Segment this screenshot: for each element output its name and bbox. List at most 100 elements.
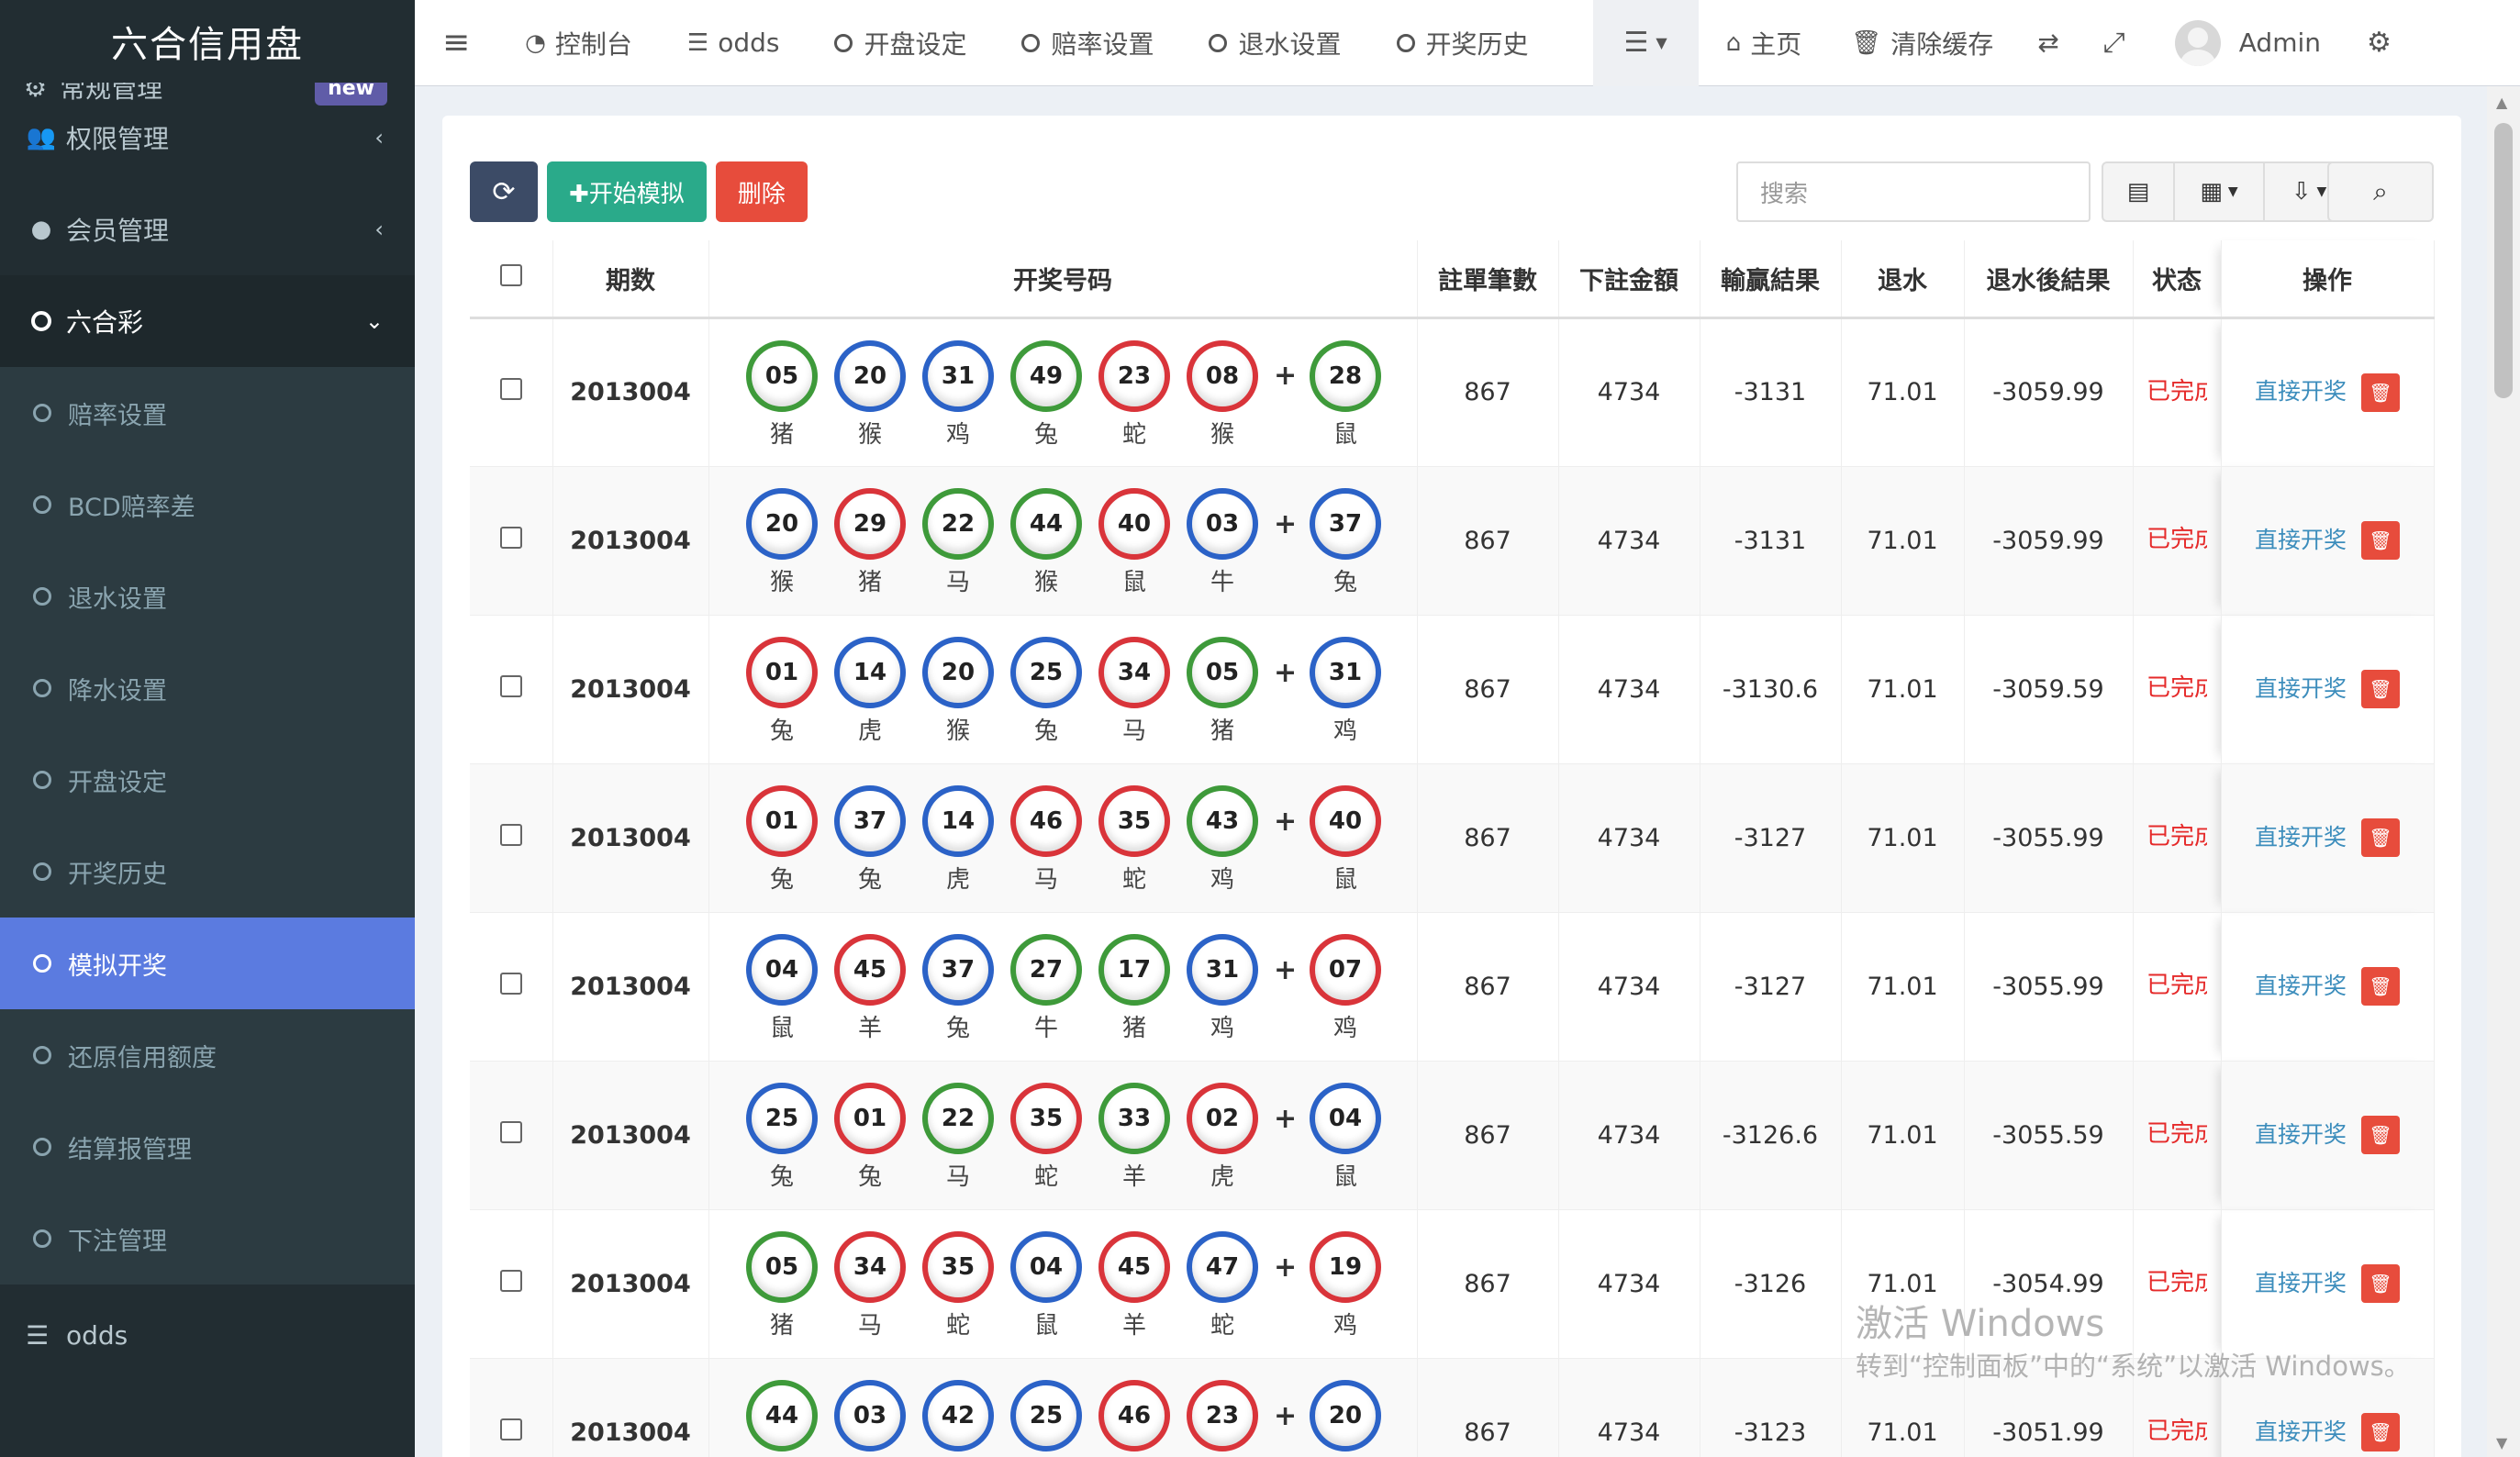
- direct-draw-link[interactable]: 直接开奖: [2255, 973, 2347, 999]
- sidebar-subitem-reduce-settings[interactable]: 降水设置: [0, 642, 415, 734]
- row-checkbox[interactable]: [499, 674, 522, 697]
- ball-item: 20 猴: [738, 488, 826, 596]
- sidebar-item-label: 退水设置: [68, 584, 167, 614]
- ball-item: 37 兔: [826, 785, 914, 894]
- lottery-ball: 29: [834, 488, 906, 560]
- status-badge: 已完成: [2146, 823, 2207, 851]
- nav-rebate-settings[interactable]: 退水设置: [1181, 0, 1368, 86]
- row-checkbox[interactable]: [499, 1418, 522, 1440]
- scroll-down-icon[interactable]: ▼: [2496, 1434, 2507, 1451]
- direct-draw-link[interactable]: 直接开奖: [2255, 527, 2347, 553]
- refresh-button[interactable]: ⟳: [470, 161, 538, 222]
- row-checkbox[interactable]: [499, 972, 522, 995]
- user-name: Admin: [2238, 28, 2322, 58]
- list-icon: ☰: [1623, 27, 1649, 59]
- delete-row-button[interactable]: 🗑: [2361, 373, 2400, 412]
- lottery-ball: 27: [1010, 934, 1082, 1006]
- row-checkbox[interactable]: [499, 526, 522, 549]
- sidebar-item-odds[interactable]: ☰ odds: [0, 1285, 415, 1385]
- ball-item: 47 蛇: [1178, 1231, 1266, 1340]
- gears-icon[interactable]: ⚙: [2348, 0, 2410, 86]
- column-header[interactable]: 退水: [1841, 240, 1965, 319]
- direct-draw-link[interactable]: 直接开奖: [2255, 378, 2347, 405]
- sidebar-subitem-odds-settings[interactable]: 赔率设置: [0, 367, 415, 459]
- column-header[interactable]: 操作: [2221, 240, 2435, 319]
- zodiac-label: 兔: [857, 1163, 882, 1191]
- scroll-up-icon[interactable]: ▲: [2496, 94, 2507, 111]
- ball-list: 05 猪 34 马 35 蛇 04 鼠 45 羊 47 蛇 + 19 鸡: [709, 1231, 1417, 1340]
- direct-draw-link[interactable]: 直接开奖: [2255, 675, 2347, 702]
- sidebar-item-members[interactable]: ● 会员管理 ‹: [0, 184, 415, 275]
- lottery-ball: 46: [1010, 785, 1082, 857]
- columns-button[interactable]: ▦ ▼: [2173, 161, 2265, 222]
- column-header[interactable]: 状态: [2133, 240, 2222, 319]
- user-menu[interactable]: Admin: [2147, 0, 2348, 86]
- delete-row-button[interactable]: 🗑: [2361, 967, 2400, 1006]
- nav-open-settings[interactable]: 开盘设定: [807, 0, 994, 86]
- column-header[interactable]: 退水後結果: [1964, 240, 2134, 319]
- nav-draw-history[interactable]: 开奖历史: [1369, 0, 1556, 86]
- nav-more-dropdown[interactable]: ☰ ▼: [1592, 0, 1699, 86]
- row-checkbox[interactable]: [499, 823, 522, 846]
- column-header[interactable]: 註單筆數: [1417, 240, 1559, 319]
- direct-draw-link[interactable]: 直接开奖: [2255, 1270, 2347, 1296]
- sidebar-subitem-rebate-settings[interactable]: 退水设置: [0, 551, 415, 642]
- nav-clear-cache[interactable]: 🗑 清除缓存: [1829, 0, 2015, 86]
- trash-icon: 🗑: [2369, 381, 2392, 404]
- sidebar-item-lottery[interactable]: 六合彩 ⌄: [0, 275, 415, 367]
- delete-row-button[interactable]: 🗑: [2361, 521, 2400, 560]
- period-cell: 2013004: [552, 466, 709, 616]
- direct-draw-link[interactable]: 直接开奖: [2255, 1121, 2347, 1148]
- row-checkbox[interactable]: [499, 1269, 522, 1292]
- row-checkbox[interactable]: [499, 378, 522, 400]
- sidebar-subitem-settlement[interactable]: 结算报管理: [0, 1101, 415, 1193]
- column-header[interactable]: 期数: [552, 240, 709, 319]
- ball-item: 22 马: [914, 488, 1002, 596]
- scroll-thumb[interactable]: [2494, 123, 2513, 398]
- sidebar-subitem-restore-credit[interactable]: 还原信用额度: [0, 1009, 415, 1101]
- fullscreen-icon[interactable]: ⤢: [2081, 0, 2147, 86]
- bet-count-cell: 867: [1417, 1061, 1559, 1210]
- search-input[interactable]: 搜索: [1736, 161, 2091, 222]
- delete-button[interactable]: 删除: [715, 161, 808, 222]
- zodiac-label: 虎: [1210, 1163, 1234, 1191]
- app-logo[interactable]: 六合信用盘: [0, 0, 415, 83]
- delete-row-button[interactable]: 🗑: [2361, 1116, 2400, 1154]
- toggle-view-button[interactable]: ▤: [2102, 161, 2175, 222]
- delete-row-button[interactable]: 🗑: [2361, 818, 2400, 857]
- page-scrollbar[interactable]: ▲ ▼: [2487, 86, 2520, 1457]
- lottery-ball: 42: [922, 1380, 994, 1451]
- direct-draw-link[interactable]: 直接开奖: [2255, 824, 2347, 851]
- direct-draw-link[interactable]: 直接开奖: [2255, 1418, 2347, 1445]
- sidebar-subitem-simulate-draw[interactable]: 模拟开奖: [0, 918, 415, 1009]
- start-simulation-button[interactable]: ✚开始模拟: [547, 161, 707, 222]
- nav-odds-settings[interactable]: 赔率设置: [994, 0, 1181, 86]
- sidebar-subitem-draw-history[interactable]: 开奖历史: [0, 826, 415, 918]
- sidebar-subitem-open-settings[interactable]: 开盘设定: [0, 734, 415, 826]
- caret-down-icon: ▼: [1656, 34, 1667, 51]
- translate-icon[interactable]: ⇄: [2015, 0, 2080, 86]
- search-button[interactable]: ⌕: [2327, 161, 2434, 222]
- bet-amount-cell: 4734: [1558, 1209, 1700, 1359]
- numbers-cell: 44 03 42 25 46 23 + 20: [708, 1358, 1418, 1457]
- select-all-checkbox[interactable]: [499, 263, 522, 286]
- column-header[interactable]: 开奖号码: [708, 240, 1418, 319]
- lottery-ball: 22: [922, 488, 994, 560]
- sidebar-subitem-bet-management[interactable]: 下注管理: [0, 1193, 415, 1285]
- sidebar-subitem-bcd-odds[interactable]: BCD赔率差: [0, 459, 415, 551]
- delete-row-button[interactable]: 🗑: [2361, 670, 2400, 708]
- delete-row-button[interactable]: 🗑: [2361, 1413, 2400, 1451]
- nav-odds[interactable]: ☰ odds: [660, 0, 808, 86]
- delete-row-button[interactable]: 🗑: [2361, 1264, 2400, 1303]
- nav-dashboard[interactable]: ◔ 控制台: [497, 0, 660, 86]
- column-header[interactable]: 下註金額: [1558, 240, 1700, 319]
- hamburger-icon[interactable]: ≡: [415, 24, 497, 61]
- nav-home[interactable]: ⌂ 主页: [1699, 0, 1830, 86]
- row-checkbox[interactable]: [499, 1120, 522, 1143]
- zodiac-label: 马: [1033, 866, 1058, 894]
- trash-icon: 🗑: [2369, 678, 2392, 700]
- column-header[interactable]: 輸贏結果: [1700, 240, 1842, 319]
- table-toolbar: ⟳ ✚开始模拟 删除: [470, 161, 808, 222]
- status-cell: 已完成: [2133, 912, 2222, 1062]
- lottery-ball: 14: [922, 785, 994, 857]
